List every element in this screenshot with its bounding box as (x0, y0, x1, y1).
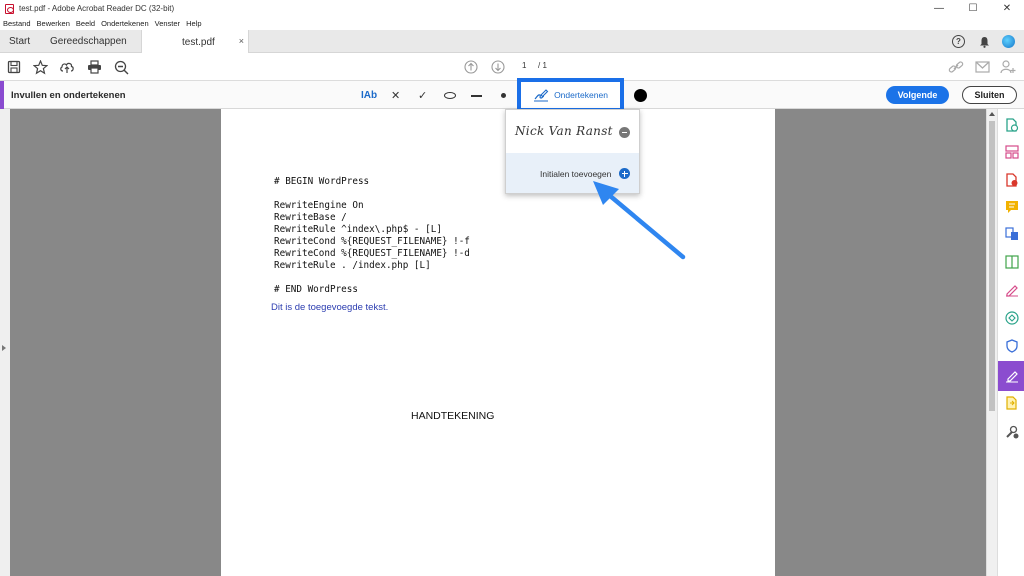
mail-icon[interactable] (974, 59, 990, 75)
sign-button-label: Ondertekenen (554, 90, 608, 100)
bell-icon[interactable] (978, 35, 991, 48)
next-button[interactable]: Volgende (886, 86, 949, 104)
next-page-icon[interactable] (490, 59, 506, 75)
tab-tools[interactable]: Gereedschappen (50, 30, 127, 53)
code-line: RewriteRule . /index.php [L] (274, 260, 431, 271)
fill-sign-icon[interactable] (1005, 369, 1019, 383)
previous-page-icon[interactable] (463, 59, 479, 75)
help-icon[interactable]: ? (952, 35, 965, 48)
add-user-icon[interactable] (1000, 59, 1016, 75)
request-signature-icon[interactable] (1005, 283, 1019, 297)
tools-rail (997, 109, 1024, 576)
fill-sign-toolbar: Invullen en ondertekenen IAb ✕ ✓ Onderte… (0, 78, 1024, 112)
annotation-arrow (593, 181, 686, 260)
cross-mark-tool[interactable]: ✕ (391, 87, 400, 103)
protect-shield-icon[interactable] (1005, 339, 1019, 353)
fill-sign-accent (0, 81, 4, 109)
maximize-button[interactable]: ☐ (956, 0, 990, 17)
menu-bar: Bestand Bewerken Beeld Ondertekenen Vens… (0, 17, 1024, 30)
avatar[interactable] (1002, 35, 1015, 48)
left-panel-strip (0, 109, 10, 576)
code-line: RewriteEngine On (274, 200, 364, 211)
menu-help[interactable]: Help (183, 19, 204, 28)
menu-bestand[interactable]: Bestand (0, 19, 34, 28)
cloud-upload-icon[interactable] (59, 59, 75, 75)
signature-label: HANDTEKENING (411, 410, 495, 422)
zoom-out-icon[interactable] (113, 59, 129, 75)
code-line: RewriteCond %{REQUEST_FILENAME} !-f (274, 236, 470, 247)
code-line: # BEGIN WordPress (274, 176, 370, 187)
color-picker[interactable] (634, 89, 647, 102)
print-icon[interactable] (86, 59, 102, 75)
menu-bewerken[interactable]: Bewerken (34, 19, 73, 28)
combine-files-icon[interactable] (1005, 227, 1019, 241)
acrobat-logo-icon (5, 3, 14, 14)
menu-beeld[interactable]: Beeld (73, 19, 98, 28)
export-pdf-icon[interactable] (1005, 118, 1019, 132)
code-line: RewriteBase / (274, 212, 347, 223)
create-pdf-icon[interactable] (1005, 173, 1019, 187)
window-controls: — ☐ ✕ (922, 0, 1024, 17)
scroll-thumb[interactable] (989, 121, 995, 411)
scroll-up-icon[interactable] (989, 112, 995, 116)
save-icon[interactable] (6, 59, 22, 75)
minimize-button[interactable]: — (922, 0, 956, 17)
code-line: RewriteCond %{REQUEST_FILENAME} !-d (274, 248, 470, 259)
tab-document[interactable]: test.pdf × (141, 30, 249, 54)
add-text-tool[interactable]: IAb (361, 87, 377, 103)
menu-venster[interactable]: Venster (152, 19, 183, 28)
sign-button[interactable]: Ondertekenen (517, 78, 624, 112)
main-toolbar: 1 / 1 (0, 53, 1024, 81)
send-for-review-icon[interactable] (1005, 311, 1019, 325)
vertical-scrollbar[interactable] (986, 109, 997, 576)
fill-sign-title: Invullen en ondertekenen (11, 90, 126, 101)
code-line: RewriteRule ^index\.php$ - [L] (274, 224, 442, 235)
tab-document-label: test.pdf (182, 36, 215, 48)
share-link-icon[interactable] (948, 59, 964, 75)
export-file-icon[interactable] (1005, 396, 1019, 410)
title-bar: test.pdf - Adobe Acrobat Reader DC (32-b… (0, 0, 1024, 17)
page-number-input[interactable]: 1 (522, 61, 526, 70)
expand-left-panel-icon[interactable] (2, 345, 6, 351)
organize-pages-icon[interactable] (1005, 145, 1019, 159)
comment-icon[interactable] (1005, 200, 1019, 214)
window-title: test.pdf - Adobe Acrobat Reader DC (32-b… (19, 4, 175, 13)
remove-signature-icon[interactable] (619, 127, 630, 138)
added-text-field[interactable]: Dit is de toegevoegde tekst. (271, 302, 388, 313)
saved-signature-item[interactable]: Nick Van Ranst (506, 110, 639, 153)
circle-tool[interactable] (444, 92, 456, 99)
code-line: # END WordPress (274, 284, 358, 295)
edit-pdf-icon[interactable] (1005, 255, 1019, 269)
page-total: / 1 (538, 61, 547, 70)
sign-pen-icon (534, 89, 549, 102)
line-tool[interactable] (471, 95, 482, 97)
close-fill-sign-button[interactable]: Sluiten (962, 86, 1017, 104)
check-mark-tool[interactable]: ✓ (418, 87, 427, 103)
tab-close-icon[interactable]: × (239, 36, 244, 46)
more-tools-icon[interactable] (1005, 425, 1019, 439)
tab-start[interactable]: Start (9, 30, 30, 53)
tab-bar: Start Gereedschappen test.pdf × ? (0, 30, 1024, 54)
close-window-button[interactable]: ✕ (990, 0, 1024, 17)
menu-ondertekenen[interactable]: Ondertekenen (98, 19, 152, 28)
star-icon[interactable] (32, 59, 48, 75)
dot-tool[interactable] (501, 93, 506, 98)
saved-signature: Nick Van Ranst (515, 124, 613, 138)
